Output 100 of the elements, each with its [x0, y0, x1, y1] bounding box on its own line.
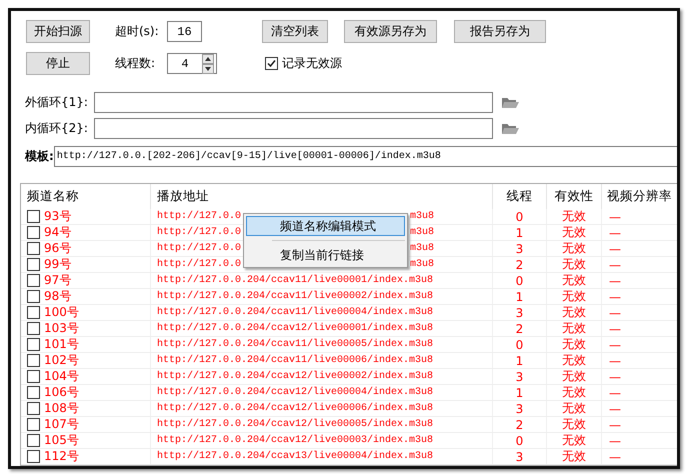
validity-text: 无效: [562, 449, 586, 464]
thread-number: 3: [516, 306, 524, 320]
resolution-text: —: [609, 322, 621, 336]
validity-text: 无效: [562, 369, 586, 384]
column-header[interactable]: 频道名称: [21, 184, 151, 209]
outer-loop-field[interactable]: [94, 92, 493, 113]
channel-name: 93号: [44, 209, 72, 224]
validity-text: 无效: [562, 225, 586, 240]
inner-loop-field[interactable]: [94, 118, 493, 139]
row-checkbox[interactable]: [27, 338, 40, 351]
url-text: http://127.0.0.204/ccav12/live00002/index.m3u8: [157, 371, 434, 382]
column-header[interactable]: 播放地址: [151, 184, 493, 209]
template-label: 模板:: [25, 148, 54, 165]
resolution-text: —: [609, 370, 621, 384]
url-text: http://127.0.0: [157, 243, 242, 254]
url-text: http://127.0.0.204/ccav12/live00006/index.m3u8: [157, 403, 434, 414]
checkbox[interactable]: [265, 57, 278, 70]
url-text: m3u8: [410, 259, 434, 270]
timeout-label: 超时(s):: [115, 23, 160, 40]
resolution-text: —: [609, 210, 621, 224]
menu-item[interactable]: 频道名称编辑模式: [246, 216, 405, 236]
row-checkbox[interactable]: [27, 274, 40, 287]
template-field[interactable]: http://127.0.0.[202-206]/ccav[9-15]/live[00001-00006]/index.m3u8: [54, 146, 677, 167]
resolution-text: —: [609, 274, 621, 288]
row-checkbox[interactable]: [27, 386, 40, 399]
resolution-text: —: [609, 338, 621, 352]
row-checkbox[interactable]: [27, 306, 40, 319]
clear-button[interactable]: 清空列表: [262, 20, 328, 43]
row-checkbox[interactable]: [27, 418, 40, 431]
url-text: http://127.0.0.204/ccav11/live00004/index.m3u8: [157, 307, 434, 318]
column-header[interactable]: 线程: [493, 184, 547, 209]
channel-name: 101号: [44, 337, 79, 352]
channel-name: 104号: [44, 369, 79, 384]
thread-number: 0: [516, 338, 524, 352]
channel-name: 99号: [44, 257, 72, 272]
url-text: http://127.0.0.204/ccav11/live00001/index.m3u8: [157, 275, 434, 286]
row-checkbox[interactable]: [27, 402, 40, 415]
resolution-text: —: [609, 386, 621, 400]
thread-number: 2: [516, 418, 524, 432]
start-button[interactable]: 开始扫源: [26, 20, 90, 43]
validity-text: 无效: [562, 273, 586, 288]
channel-name: 100号: [44, 305, 79, 320]
url-text: http://127.0.0: [157, 227, 242, 238]
save-valid-button[interactable]: 有效源另存为: [344, 20, 437, 43]
url-text: http://127.0.0.204/ccav12/live00005/index.m3u8: [157, 419, 434, 430]
row-checkbox[interactable]: [27, 210, 40, 223]
validity-text: 无效: [562, 241, 586, 256]
url-text: m3u8: [410, 243, 434, 254]
row-checkbox[interactable]: [27, 354, 40, 367]
resolution-text: —: [609, 402, 621, 416]
row-checkbox[interactable]: [27, 242, 40, 255]
channel-name: 112号: [44, 449, 79, 464]
channel-name: 102号: [44, 353, 79, 368]
channel-name: 94号: [44, 225, 72, 240]
channel-name: 108号: [44, 401, 79, 416]
channel-name: 106号: [44, 385, 79, 400]
validity-text: 无效: [562, 321, 586, 336]
url-text: http://127.0.0: [157, 259, 242, 270]
thread-number: 2: [516, 258, 524, 272]
resolution-text: —: [609, 354, 621, 368]
column-header[interactable]: 视频分辨率: [602, 184, 677, 209]
timeout-field[interactable]: 16: [167, 21, 202, 42]
save-report-button[interactable]: 报告另存为: [454, 20, 546, 43]
channel-name: 98号: [44, 289, 72, 304]
validity-text: 无效: [562, 417, 586, 432]
row-checkbox[interactable]: [27, 434, 40, 447]
row-checkbox[interactable]: [27, 322, 40, 335]
resolution-text: —: [609, 434, 621, 448]
thread-number: 3: [516, 450, 524, 464]
row-checkbox[interactable]: [27, 370, 40, 383]
threads-label: 线程数:: [115, 55, 156, 72]
thread-number: 1: [516, 290, 524, 304]
validity-text: 无效: [562, 401, 586, 416]
channel-name: 96号: [44, 241, 72, 256]
url-text: http://127.0.0: [157, 211, 242, 222]
channel-name: 105号: [44, 433, 79, 448]
thread-number: 0: [516, 274, 524, 288]
row-checkbox[interactable]: [27, 290, 40, 303]
resolution-text: —: [609, 450, 621, 464]
url-text: http://127.0.0.204/ccav13/live00004/index.m3u8: [157, 451, 434, 462]
resolution-text: —: [609, 306, 621, 320]
validity-text: 无效: [562, 257, 586, 272]
channel-name: 107号: [44, 417, 79, 432]
menu-item[interactable]: 复制当前行链接: [246, 245, 405, 265]
url-text: http://127.0.0.204/ccav11/live00005/index.m3u8: [157, 339, 434, 350]
thread-number: 0: [516, 210, 524, 224]
threads-spinner[interactable]: 4: [167, 53, 217, 74]
column-header[interactable]: 有效性: [547, 184, 602, 209]
url-text: http://127.0.0.204/ccav12/live00001/index.m3u8: [157, 323, 434, 334]
folder-icon[interactable]: [502, 96, 519, 109]
thread-number: 1: [516, 354, 524, 368]
channel-name: 97号: [44, 273, 72, 288]
resolution-text: —: [609, 242, 621, 256]
validity-text: 无效: [562, 337, 586, 352]
row-checkbox[interactable]: [27, 226, 40, 239]
url-text: m3u8: [410, 227, 434, 238]
folder-icon[interactable]: [502, 122, 519, 135]
row-checkbox[interactable]: [27, 258, 40, 271]
stop-button[interactable]: 停止: [26, 52, 90, 75]
row-checkbox[interactable]: [27, 450, 40, 463]
